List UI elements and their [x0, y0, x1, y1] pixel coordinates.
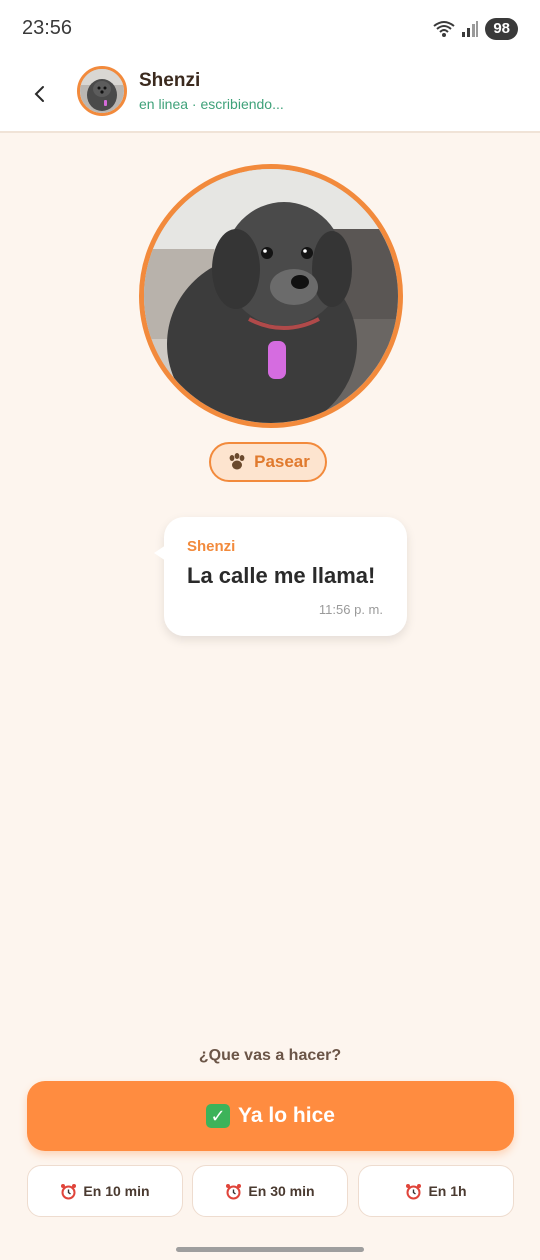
- status-bar: 23:56 98: [0, 0, 540, 58]
- home-indicator[interactable]: [176, 1247, 364, 1252]
- back-button[interactable]: [24, 78, 56, 110]
- dog-photo: [144, 169, 398, 423]
- dog-avatar-image: [80, 69, 124, 113]
- battery-indicator: 98: [485, 18, 518, 40]
- contact-status: en linea · escribiendo...: [139, 96, 284, 112]
- snooze-options: En 10 min En 30 min En 1h: [27, 1165, 514, 1217]
- activity-chip-label: Pasear: [254, 452, 310, 471]
- chat-header: Shenzi en linea · escribiendo...: [0, 58, 540, 133]
- action-question: ¿Que vas a hacer?: [198, 1047, 342, 1064]
- paw-icon: [229, 453, 245, 470]
- contact-name: Shenzi: [139, 70, 201, 91]
- activity-chip-pasear[interactable]: Pasear: [209, 442, 327, 482]
- snooze-10-min-button[interactable]: En 10 min: [27, 1165, 183, 1217]
- alarm-clock-icon: [61, 1183, 77, 1199]
- profile-photo: [139, 164, 403, 428]
- message-bubble: Shenzi La calle me llama! 11:56 p. m.: [154, 517, 407, 636]
- message-text: La calle me llama!: [187, 563, 376, 588]
- alarm-clock-icon: [406, 1183, 422, 1199]
- alarm-clock-icon: [226, 1183, 242, 1199]
- done-button[interactable]: ✓ Ya lo hice: [27, 1081, 514, 1151]
- message-time: 11:56 p. m.: [318, 602, 383, 617]
- chevron-left-icon: [34, 86, 44, 102]
- done-button-label: Ya lo hice: [238, 1104, 335, 1127]
- snooze-label: En 30 min: [248, 1183, 315, 1199]
- snooze-label: En 1h: [428, 1183, 467, 1199]
- wifi-icon: [433, 21, 455, 37]
- signal-icon: [462, 21, 479, 37]
- check-mark-icon: ✓: [206, 1104, 231, 1128]
- snooze-30-min-button[interactable]: En 30 min: [192, 1165, 348, 1217]
- message-sender: Shenzi: [187, 538, 236, 555]
- status-time: 23:56: [22, 17, 73, 39]
- status-icons: 98: [433, 18, 518, 40]
- snooze-label: En 10 min: [83, 1183, 150, 1199]
- bubble-tail: [154, 545, 166, 561]
- snooze-1h-button[interactable]: En 1h: [358, 1165, 514, 1217]
- avatar[interactable]: [77, 66, 127, 116]
